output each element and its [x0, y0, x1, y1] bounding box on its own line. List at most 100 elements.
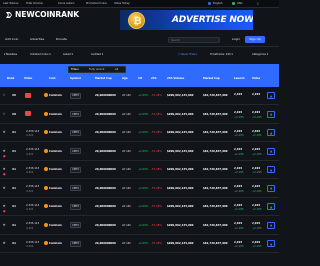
- signup-button[interactable]: Sign Up: [245, 36, 265, 43]
- chevron-down-icon: ▾: [101, 53, 104, 56]
- marketcap-2-cell: $81,729,837,909: [203, 149, 228, 153]
- launch-cell: 2,015: [234, 92, 243, 96]
- vote-button[interactable]: ▲: [267, 147, 275, 155]
- launch-cell: 2,015: [234, 129, 243, 133]
- tab-filters[interactable]: Filters: [71, 68, 79, 71]
- vote-button[interactable]: ▲: [267, 221, 275, 229]
- change-1h: +2.09%: [138, 186, 149, 190]
- marketcap-cell: 20,000000000: [95, 223, 116, 227]
- table-row[interactable]: ★ #1 2,333,113 4,321 CoinCoin CMT2 20,00000000…: [0, 124, 279, 142]
- table-row[interactable]: ★ #1 2,333,113 4,321 CoinCoin CMT2 20,00000000…: [0, 235, 279, 253]
- votes-cell: 2,015: [252, 203, 261, 207]
- star-icon[interactable]: ★: [3, 130, 6, 134]
- star-icon[interactable]: ★: [3, 223, 6, 227]
- table-row[interactable]: ☆ #6 CoinCoin CMT2 20,000000000 2d 14h +2.09% -…: [0, 87, 279, 105]
- age-cell: 2d 14h: [122, 168, 132, 171]
- vote-button[interactable]: ▲: [267, 166, 275, 173]
- votes-cell: 2,015: [252, 166, 261, 170]
- symbol-badge: CMT2: [70, 222, 82, 229]
- arrow-up-icon: ▲: [270, 112, 273, 117]
- site-logo[interactable]: NEWCOINRANK: [5, 10, 79, 19]
- vote-button[interactable]: ▲: [267, 129, 275, 136]
- votes-cell: 2,015: [252, 222, 261, 225]
- nav-add-coin[interactable]: Add Coin: [5, 37, 18, 41]
- table-row[interactable]: ★ #1 2,333,113 4,321 CoinCoin CMT2 20,00000000…: [0, 180, 279, 198]
- categories-select[interactable]: Categories ▾: [252, 53, 268, 56]
- star-icon[interactable]: ★: [3, 167, 6, 171]
- star-icon[interactable]: ★: [3, 241, 6, 245]
- currency-select[interactable]: USD: [232, 1, 243, 5]
- search-input[interactable]: [169, 38, 219, 42]
- col-age[interactable]: Age: [122, 77, 128, 80]
- banner-text: ADVERTISE NOW!!: [172, 15, 253, 25]
- vote-button[interactable]: ▲: [267, 203, 275, 210]
- coin-name[interactable]: CoinCoin: [49, 242, 62, 245]
- table-row[interactable]: ★ ● #1 2,333,113 4,321 CoinCoin CMT2 20,0000000…: [0, 143, 279, 161]
- filter-audited[interactable]: Audited ▾: [91, 53, 103, 56]
- coin-name[interactable]: CoinCoin: [49, 131, 62, 134]
- table-row[interactable]: ☆ #8 CoinCoin CMT2 20,000000000 2d 14h +2.09% -…: [0, 106, 279, 124]
- col-1h[interactable]: 1H: [138, 77, 142, 80]
- language-select[interactable]: English: [208, 1, 222, 5]
- advertise-banner[interactable]: ₿ ADVERTISE NOW!!: [120, 10, 253, 30]
- col-coin[interactable]: Coin: [49, 77, 55, 80]
- table-row[interactable]: ★ ● #1 2,333,113 4,321 CoinCoin CMT2 20,0000000…: [0, 161, 279, 179]
- video-icon[interactable]: [25, 111, 31, 116]
- coin-name[interactable]: CoinCoin: [49, 187, 62, 190]
- bell-icon[interactable]: ●: [3, 172, 6, 176]
- nav-donate[interactable]: Donate: [56, 37, 67, 41]
- tab-fully-unlock[interactable]: Fully unlock: [89, 68, 104, 71]
- coin-name[interactable]: CoinCoin: [49, 150, 62, 153]
- filter-newbies[interactable]: ▾ Newbies: [4, 53, 17, 56]
- reset-filters-button[interactable]: ⟲ Reset Filters: [178, 53, 197, 56]
- col-rank[interactable]: Rank: [7, 77, 14, 80]
- vote-button[interactable]: ▲: [267, 92, 275, 99]
- star-icon[interactable]: ☆: [3, 112, 6, 116]
- coin-name[interactable]: CoinCoin: [49, 113, 62, 116]
- filter-unlisted[interactable]: Unlisted Coins ▾: [30, 53, 51, 56]
- table-row[interactable]: ★ #1 2,333,113 4,321 CoinCoin CMT2 20,00000000…: [0, 217, 279, 235]
- col-volume[interactable]: 24h Volume: [167, 77, 184, 80]
- volume-cell: $999,062,135,900: [167, 223, 194, 227]
- arrow-up-icon: ▲: [270, 167, 273, 172]
- table-row[interactable]: ★ ● #1 2,333,113 4,321 CoinCoin CMT2 20,0000000…: [0, 198, 279, 216]
- coin-name[interactable]: CoinCoin: [49, 168, 62, 171]
- vote-button[interactable]: ▲: [267, 110, 275, 118]
- star-icon[interactable]: ★: [3, 204, 6, 208]
- vote-button[interactable]: ▲: [267, 240, 275, 247]
- col-24h[interactable]: 24h: [151, 77, 156, 80]
- login-button[interactable]: Login: [232, 37, 240, 41]
- col-video[interactable]: Video: [24, 77, 32, 80]
- col-launch[interactable]: Launch: [234, 77, 244, 80]
- vote-button[interactable]: ▲: [267, 184, 275, 192]
- coin-name[interactable]: CoinCoin: [49, 205, 62, 208]
- col-marketcap-2[interactable]: Market Cap: [203, 77, 220, 80]
- video-icon[interactable]: [25, 92, 31, 98]
- search-box[interactable]: [168, 36, 220, 43]
- col-votes[interactable]: Votes: [252, 77, 260, 80]
- change-24h: -53.48%: [151, 186, 162, 190]
- star-icon[interactable]: ★: [3, 149, 6, 153]
- filter-listed[interactable]: Listed ▾: [63, 53, 73, 56]
- launch-sub: +2,185: [234, 171, 244, 174]
- volume-cell: $999,062,135,900: [167, 168, 194, 171]
- col-marketcap[interactable]: Market Cap: [95, 77, 112, 80]
- listed-time: 4,321: [26, 189, 34, 193]
- bell-icon[interactable]: ●: [3, 209, 6, 213]
- divider: [0, 46, 279, 47]
- coin-name[interactable]: CoinCoin: [49, 224, 62, 227]
- bell-icon[interactable]: ●: [3, 154, 6, 158]
- launch-sub: +2,185: [234, 152, 244, 156]
- timeframe-select[interactable]: Timeframe: 24h ▾: [210, 53, 233, 56]
- star-icon[interactable]: ★: [3, 186, 6, 190]
- col-symbol[interactable]: Symbol: [70, 77, 81, 80]
- coin-logo-icon: [44, 93, 48, 97]
- marketcap-2-cell: $81,729,837,909: [203, 242, 228, 245]
- tab-all[interactable]: All: [115, 68, 118, 71]
- nav-advertise[interactable]: Advertise: [30, 37, 44, 41]
- coin-name[interactable]: CoinCoin: [49, 94, 62, 97]
- star-icon[interactable]: ☆: [3, 93, 6, 97]
- launch-sub: +2,185: [234, 245, 244, 248]
- theme-toggle[interactable]: ☾: [257, 2, 260, 6]
- coin-logo-icon: [44, 130, 48, 134]
